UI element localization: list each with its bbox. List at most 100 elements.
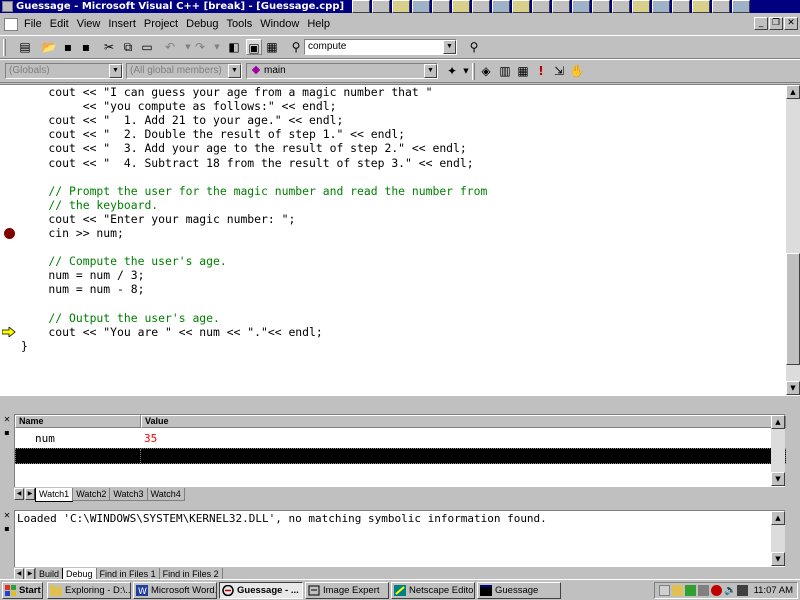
output-pane[interactable]: Loaded 'C:\WINDOWS\SYSTEM\KERNEL32.DLL',… xyxy=(14,510,785,567)
chevron-down-icon[interactable]: ▼ xyxy=(424,64,437,78)
execute-icon[interactable]: ! xyxy=(533,63,549,79)
scroll-down-button[interactable]: ▼ xyxy=(786,381,800,395)
menu-help[interactable]: Help xyxy=(303,18,334,30)
shortcut-icon[interactable] xyxy=(592,0,610,13)
shortcut-icon[interactable] xyxy=(612,0,630,13)
menu-window[interactable]: Window xyxy=(256,18,303,30)
code-comment-line[interactable]: // Compute the user's age. xyxy=(21,254,226,268)
shortcut-icon[interactable] xyxy=(712,0,730,13)
menu-project[interactable]: Project xyxy=(140,18,182,30)
menu-view[interactable]: View xyxy=(73,18,105,30)
shortcut-icon[interactable] xyxy=(552,0,570,13)
close-icon[interactable]: ✕ xyxy=(2,415,12,425)
start-button[interactable]: Start xyxy=(2,582,43,599)
close-document-button[interactable]: ✕ xyxy=(784,17,798,30)
shortcut-icon[interactable] xyxy=(352,0,370,13)
scroll-down-button[interactable]: ▼ xyxy=(771,472,785,486)
shortcut-icon[interactable] xyxy=(472,0,490,13)
toolbar-grip[interactable] xyxy=(3,39,6,56)
tab-watch3[interactable]: Watch3 xyxy=(109,488,148,501)
toolbar-grip[interactable] xyxy=(472,63,475,80)
tab-watch1[interactable]: Watch1 xyxy=(35,488,74,502)
function-combo[interactable]: main ▼ xyxy=(246,63,438,79)
breakpoint-icon[interactable] xyxy=(4,227,15,239)
pin-icon[interactable]: ▪ xyxy=(2,524,12,534)
tray-icon[interactable] xyxy=(698,585,709,596)
shortcut-icon[interactable] xyxy=(732,0,750,13)
scroll-up-button[interactable]: ▲ xyxy=(771,415,785,429)
build-stop-icon[interactable]: ▦ xyxy=(515,63,531,79)
minimize-document-button[interactable]: _ xyxy=(754,17,768,30)
members-combo[interactable]: (All global members) ▼ xyxy=(126,63,242,79)
shortcut-icon[interactable] xyxy=(692,0,710,13)
task-guessage-vc[interactable]: Guessage - ... xyxy=(219,582,303,599)
code-line[interactable]: num = num - 8; xyxy=(21,282,144,296)
shortcut-icon[interactable] xyxy=(452,0,470,13)
output-window-icon[interactable]: ▣ xyxy=(246,39,262,55)
tab-scroll-right-icon[interactable]: ▶ xyxy=(25,488,35,500)
watch-header-name[interactable]: Name xyxy=(15,415,141,428)
class-scope-combo[interactable]: (Globals) ▼ xyxy=(5,63,123,79)
speaker-icon[interactable]: 🔈 xyxy=(724,585,736,596)
chevron-down-icon[interactable]: ▼ xyxy=(228,64,241,78)
menu-insert[interactable]: Insert xyxy=(104,18,140,30)
chevron-down-icon[interactable]: ▼ xyxy=(109,64,122,78)
scroll-down-button[interactable]: ▼ xyxy=(771,552,785,566)
shortcut-icon[interactable] xyxy=(372,0,390,13)
code-line[interactable]: cout << "You are " << num << "."<< endl; xyxy=(21,325,322,339)
shortcut-icon[interactable] xyxy=(672,0,690,13)
restore-document-button[interactable]: ❐ xyxy=(769,17,783,30)
shortcut-icon[interactable] xyxy=(432,0,450,13)
code-line[interactable]: cin >> num; xyxy=(21,226,123,240)
window-list-icon[interactable]: ▦ xyxy=(264,39,280,55)
task-netscape-editor[interactable]: Netscape Edito... xyxy=(391,582,475,599)
find-icon[interactable]: ⚲ xyxy=(466,39,482,55)
clock[interactable]: 11:07 AM xyxy=(754,584,793,598)
menu-tools[interactable]: Tools xyxy=(223,18,257,30)
task-image-expert[interactable]: Image Expert xyxy=(305,582,389,599)
app-icon[interactable] xyxy=(2,1,13,12)
output-vertical-scrollbar[interactable]: ▲ ▼ xyxy=(771,511,785,566)
watch-row-name[interactable]: num xyxy=(35,432,55,446)
code-line[interactable]: cout << " 1. Add 21 to your age." << end… xyxy=(21,113,343,127)
shortcut-icon[interactable] xyxy=(652,0,670,13)
shortcut-icon[interactable] xyxy=(572,0,590,13)
find-in-files-icon[interactable]: ⚲ xyxy=(288,39,304,55)
code-line[interactable]: cout << " 3. Add your age to the result … xyxy=(21,141,466,155)
open-folder-icon[interactable]: 📂 xyxy=(41,39,57,55)
tray-icon[interactable] xyxy=(672,585,683,596)
compile-icon[interactable]: ◈ xyxy=(478,63,494,79)
copy-icon[interactable]: ⧉ xyxy=(120,39,136,55)
tray-icon[interactable] xyxy=(711,585,722,596)
save-all-icon[interactable]: ▪ xyxy=(78,39,94,55)
pin-icon[interactable]: ▪ xyxy=(2,428,12,438)
undo-icon[interactable]: ↶ xyxy=(162,39,178,55)
code-line[interactable]: cout << " 2. Double the result of step 1… xyxy=(21,127,405,141)
code-line[interactable]: cout << "I can guess your age from a mag… xyxy=(21,85,432,99)
watch-vertical-scrollbar[interactable]: ▲ ▼ xyxy=(771,415,785,486)
code-line[interactable]: } xyxy=(21,339,28,353)
shortcut-icon[interactable] xyxy=(412,0,430,13)
paste-icon[interactable]: ▭ xyxy=(139,39,155,55)
save-icon[interactable]: ▪ xyxy=(60,39,76,55)
document-icon[interactable] xyxy=(4,17,18,31)
scroll-thumb[interactable] xyxy=(786,253,800,365)
shortcut-icon[interactable] xyxy=(512,0,530,13)
go-icon[interactable]: ⇲ xyxy=(551,63,567,79)
watch-row-value[interactable]: 35 xyxy=(144,432,157,446)
tab-watch2[interactable]: Watch2 xyxy=(72,488,111,501)
tray-icon[interactable] xyxy=(659,585,670,596)
watch-header-value[interactable]: Value xyxy=(141,415,786,428)
menu-debug[interactable]: Debug xyxy=(182,18,222,30)
code-line[interactable]: cout << " 4. Subtract 18 from the result… xyxy=(21,156,473,170)
scroll-up-button[interactable]: ▲ xyxy=(771,511,785,525)
workspace-icon[interactable]: ▤ xyxy=(17,39,33,55)
menu-edit[interactable]: Edit xyxy=(46,18,73,30)
code-comment-line[interactable]: // Output the user's age. xyxy=(21,311,219,325)
shortcut-icon[interactable] xyxy=(632,0,650,13)
tab-watch4[interactable]: Watch4 xyxy=(146,488,185,501)
menu-file[interactable]: File xyxy=(20,18,46,30)
redo-dropdown-icon[interactable]: ▼ xyxy=(209,39,225,55)
insert-breakpoint-icon[interactable]: ✋ xyxy=(569,63,585,79)
task-guessage-console[interactable]: Guessage xyxy=(477,582,561,599)
